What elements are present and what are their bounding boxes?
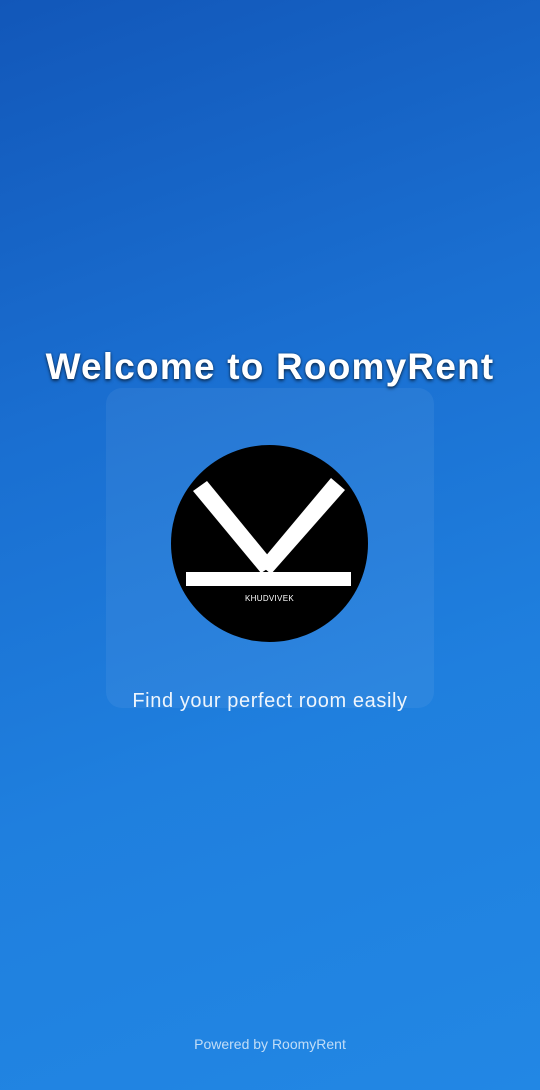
logo-wordmark: KHUDVIVEK	[245, 594, 294, 603]
tagline: Find your perfect room easily	[132, 690, 408, 712]
splash-screen: Welcome to RoomyRent KHUDVIVEK Find your…	[0, 0, 540, 1090]
logo-mark	[186, 478, 351, 586]
k-monogram-logo-icon: KHUDVIVEK	[171, 445, 368, 642]
welcome-title: Welcome to RoomyRent	[45, 346, 495, 387]
powered-by-footer: Powered by RoomyRent	[194, 1036, 346, 1052]
